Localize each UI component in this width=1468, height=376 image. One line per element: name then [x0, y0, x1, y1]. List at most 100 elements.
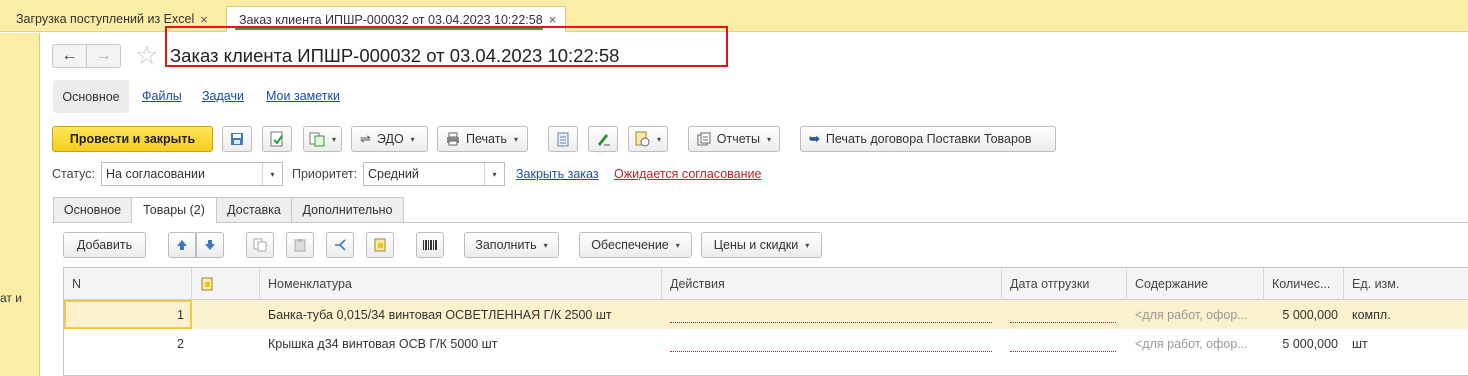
row-number[interactable]: 1: [64, 300, 192, 329]
edo-button[interactable]: ⇌ ЭДО ▾: [351, 126, 428, 152]
left-panel: ат и: [0, 33, 40, 376]
row-content[interactable]: <для работ, офор...: [1129, 329, 1264, 358]
priority-value: Средний: [368, 167, 419, 181]
list-icon: [557, 132, 569, 146]
move-down-button[interactable]: [196, 232, 224, 258]
add-button[interactable]: Добавить: [63, 232, 146, 258]
provision-label: Обеспечение: [591, 238, 669, 252]
column-quantity[interactable]: Количес...: [1264, 268, 1344, 300]
provision-button[interactable]: Обеспечение ▾: [579, 232, 692, 258]
chevron-down-icon: ▾: [675, 240, 680, 250]
split-button[interactable]: [326, 232, 354, 258]
priority-label: Приоритет:: [292, 167, 358, 181]
fill-label: Заполнить: [475, 238, 537, 252]
column-picked[interactable]: [192, 268, 260, 300]
row-item[interactable]: Крышка д34 винтовая ОСВ Г/К 5000 шт: [262, 329, 662, 358]
printer-icon: [447, 132, 459, 146]
status-value: На согласовании: [106, 167, 205, 181]
tab-delivery[interactable]: Доставка: [216, 197, 292, 223]
arrow-left-icon: ←: [61, 47, 78, 64]
tab-goods[interactable]: Товары (2): [131, 197, 217, 223]
print-contract-button[interactable]: ➥ Печать договора Поставки Товаров: [800, 126, 1056, 152]
chevron-down-icon[interactable]: ▾: [262, 163, 282, 185]
column-unit[interactable]: Ед. изм.: [1344, 268, 1468, 300]
window-tab-label: Загрузка поступлений из Excel: [16, 12, 195, 26]
row-unit[interactable]: компл.: [1346, 300, 1466, 329]
column-ship-date[interactable]: Дата отгрузки: [1002, 268, 1127, 300]
column-actions[interactable]: Действия: [662, 268, 1002, 300]
reports-button[interactable]: Отчеты ▾: [688, 126, 780, 152]
save-button[interactable]: [222, 126, 252, 152]
forward-button[interactable]: →: [86, 44, 121, 68]
row-content[interactable]: <для работ, офор...: [1129, 300, 1264, 329]
save-icon: [231, 133, 243, 145]
row-ship-date-empty[interactable]: [1010, 351, 1116, 352]
close-order-link[interactable]: Закрыть заказ: [516, 167, 599, 181]
barcode-button[interactable]: [416, 232, 444, 258]
table-row[interactable]: 1 Банка-туба 0,015/34 винтовая ОСВЕТЛЕНН…: [64, 300, 1468, 329]
create-based-on-icon: [309, 132, 325, 147]
chevron-down-icon: ▾: [766, 134, 771, 144]
arrow-right-icon: →: [95, 47, 112, 64]
print-button[interactable]: Печать ▾: [437, 126, 528, 152]
structure-button[interactable]: [548, 126, 578, 152]
reports-icon: [697, 132, 711, 146]
chevron-down-icon: ▾: [543, 240, 548, 250]
post-and-close-button[interactable]: Провести и закрыть: [52, 126, 213, 152]
row-actions-empty[interactable]: [670, 351, 992, 352]
section-tasks-link[interactable]: Задачи: [202, 89, 244, 103]
fill-button[interactable]: Заполнить ▾: [464, 232, 559, 258]
pen-icon: [598, 134, 610, 146]
table-row[interactable]: 2 Крышка д34 винтовая ОСВ Г/К 5000 шт <д…: [64, 329, 1468, 358]
chevron-down-icon: ▾: [805, 240, 810, 250]
edo-icon: ⇌: [360, 131, 371, 146]
column-content[interactable]: Содержание: [1127, 268, 1264, 300]
create-based-on-button[interactable]: ▾: [303, 126, 342, 152]
left-panel-text: ат и: [0, 291, 22, 305]
close-icon[interactable]: ×: [200, 12, 208, 27]
chevron-down-icon: ▾: [331, 134, 336, 144]
chevron-down-icon: ▾: [657, 134, 662, 144]
row-quantity[interactable]: 5 000,000: [1264, 329, 1344, 358]
star-icon[interactable]: ☆: [135, 40, 158, 71]
section-files-link[interactable]: Файлы: [142, 89, 182, 103]
tab-main[interactable]: Основное: [53, 197, 132, 223]
arrow-down-icon: [205, 240, 215, 250]
tasks-button[interactable]: ▾: [628, 126, 668, 152]
section-notes-link[interactable]: Мои заметки: [266, 89, 340, 103]
page-title: Заказ клиента ИПШР-000032 от 03.04.2023 …: [170, 45, 620, 66]
select-button[interactable]: [366, 232, 394, 258]
edo-label: ЭДО: [376, 132, 404, 146]
sign-button[interactable]: [588, 126, 618, 152]
calendar-doc-icon: [635, 131, 650, 147]
barcode-icon: [423, 240, 437, 250]
prices-label: Цены и скидки: [713, 238, 799, 252]
row-number[interactable]: 2: [64, 329, 190, 358]
section-main[interactable]: Основное: [53, 80, 129, 113]
close-icon[interactable]: ×: [549, 12, 557, 27]
column-item[interactable]: Номенклатура: [260, 268, 662, 300]
row-quantity[interactable]: 5 000,000: [1264, 300, 1344, 329]
row-unit[interactable]: шт: [1346, 329, 1466, 358]
goods-table: N Номенклатура Действия Дата отгрузки Со…: [63, 267, 1468, 376]
awaiting-approval-link[interactable]: Ожидается согласование: [614, 167, 761, 181]
arrow-up-icon: [177, 240, 187, 250]
column-n[interactable]: N: [64, 268, 192, 300]
row-ship-date-empty[interactable]: [1010, 322, 1116, 323]
post-button[interactable]: [262, 126, 292, 152]
prices-discounts-button[interactable]: Цены и скидки ▾: [701, 232, 822, 258]
chevron-down-icon: ▾: [513, 134, 518, 144]
window-tab-label: Заказ клиента ИПШР-000032 от 03.04.2023 …: [239, 12, 543, 27]
reports-label: Отчеты: [716, 132, 760, 146]
paste-button[interactable]: [286, 232, 314, 258]
tab-additional[interactable]: Дополнительно: [291, 197, 404, 223]
row-actions-empty[interactable]: [670, 322, 992, 323]
status-select[interactable]: На согласовании ▾: [101, 162, 283, 186]
copy-button[interactable]: [246, 232, 274, 258]
priority-select[interactable]: Средний ▾: [363, 162, 505, 186]
row-item[interactable]: Банка-туба 0,015/34 винтовая ОСВЕТЛЕННАЯ…: [262, 300, 662, 329]
back-button[interactable]: ←: [52, 44, 87, 68]
copy-icon: [253, 238, 267, 252]
move-up-button[interactable]: [168, 232, 196, 258]
chevron-down-icon[interactable]: ▾: [484, 163, 504, 185]
